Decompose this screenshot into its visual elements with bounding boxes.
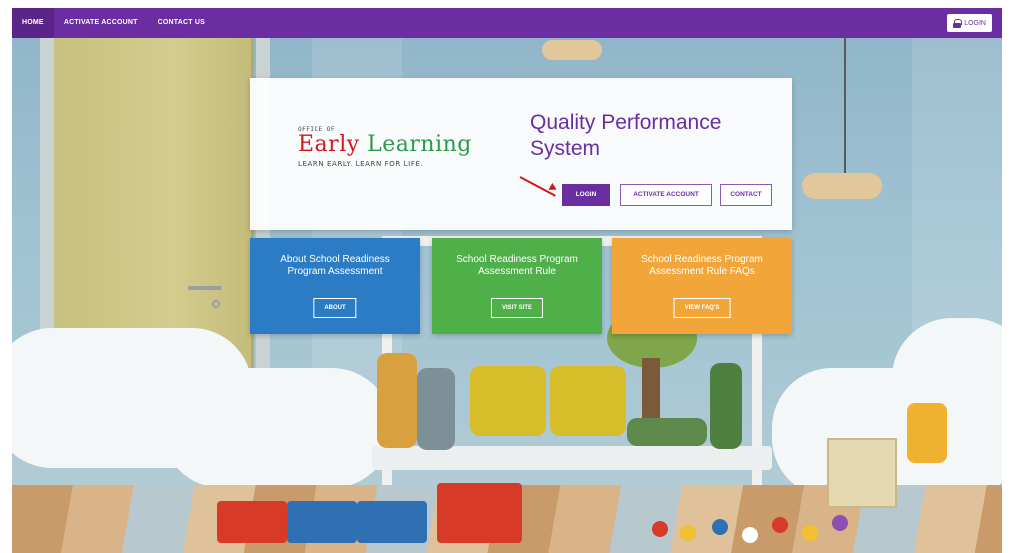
toy-train-car <box>217 501 287 543</box>
toy-train-car <box>357 501 427 543</box>
top-navbar: HOME ACTIVATE ACCOUNT CONTACT US LOGIN <box>12 8 1002 38</box>
hanging-rope <box>844 38 846 178</box>
card-about-title: About School Readiness Program Assessmen… <box>280 254 390 277</box>
toy-plane <box>802 173 882 199</box>
card-rule-title: School Readiness Program Assessment Rule <box>456 254 578 277</box>
toy-rocking-horse <box>907 403 947 463</box>
door-lock <box>212 300 220 308</box>
pillow <box>417 368 455 450</box>
logo-wordmark: Early Learning <box>298 133 488 157</box>
toy-box <box>827 438 897 508</box>
toy-ball <box>680 525 696 541</box>
pillow <box>550 366 626 436</box>
toy-train-engine <box>437 483 522 543</box>
page-title-line1: Quality Performance <box>530 111 722 134</box>
toy-car <box>542 40 602 60</box>
login-button[interactable]: LOGIN <box>562 184 610 206</box>
toy-ball <box>652 521 668 537</box>
nav-home[interactable]: HOME <box>12 8 54 38</box>
page-title: Quality Performance System <box>530 110 780 162</box>
page-frame: HOME ACTIVATE ACCOUNT CONTACT US LOGIN O… <box>12 8 1002 553</box>
visit-site-button[interactable]: VISIT SITE <box>490 298 544 318</box>
nav-activate-account[interactable]: ACTIVATE ACCOUNT <box>54 8 148 38</box>
about-button[interactable]: ABOUT <box>313 298 357 318</box>
toy-ball <box>832 515 848 531</box>
toy-ball <box>712 519 728 535</box>
logo-tagline: LEARN EARLY. LEARN FOR LIFE. <box>298 160 424 168</box>
logo-word-learning: Learning <box>367 132 472 157</box>
lock-icon <box>953 18 963 28</box>
view-faqs-button[interactable]: VIEW FAQ'S <box>673 298 731 318</box>
logo-word-early: Early <box>298 132 360 157</box>
door-handle <box>188 286 222 290</box>
tree-trunk <box>642 358 660 418</box>
card-rule: School Readiness Program Assessment Rule… <box>432 238 602 334</box>
nav-login-button[interactable]: LOGIN <box>947 14 992 32</box>
card-faqs: School Readiness Program Assessment Rule… <box>612 238 792 334</box>
card-about: About School Readiness Program Assessmen… <box>250 238 420 334</box>
pillow <box>377 353 417 448</box>
card-faqs-title: School Readiness Program Assessment Rule… <box>641 254 763 277</box>
hero-card: OFFICE OF Early Learning LEARN EARLY. LE… <box>250 78 792 230</box>
pillow <box>470 366 546 436</box>
cloud <box>162 368 392 488</box>
pillow <box>627 418 707 446</box>
toy-ball <box>742 527 758 543</box>
toy-train-car <box>287 501 357 543</box>
pillow <box>710 363 742 449</box>
nav-login-label: LOGIN <box>964 19 986 27</box>
page-title-line2: System <box>530 137 601 160</box>
nav-contact-us[interactable]: CONTACT US <box>148 8 215 38</box>
contact-button[interactable]: CONTACT <box>720 184 772 206</box>
toy-ball <box>772 517 788 533</box>
toy-ball <box>802 525 818 541</box>
activate-account-button[interactable]: ACTIVATE ACCOUNT <box>620 184 712 206</box>
office-of-early-learning-logo: OFFICE OF Early Learning LEARN EARLY. LE… <box>298 126 488 168</box>
